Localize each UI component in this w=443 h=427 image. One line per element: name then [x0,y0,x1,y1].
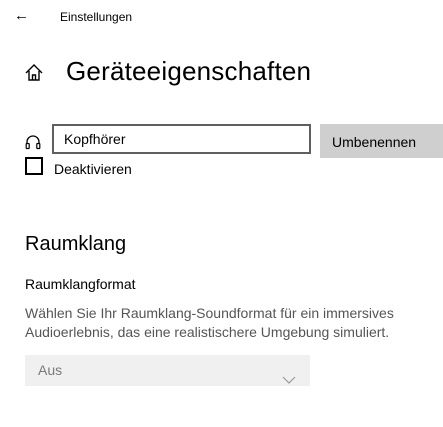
back-arrow-icon: ← [14,7,29,24]
rename-button[interactable]: Umbenennen [320,124,443,158]
page-title: Geräteeigenschaften [66,56,312,86]
window-title: Einstellungen [60,10,133,24]
disable-checkbox[interactable] [25,157,43,175]
dropdown-selected-value: Aus [38,362,63,378]
spatial-sound-format-label: Raumklangformat [25,276,136,292]
disable-checkbox-label: Deaktivieren [54,161,132,177]
spatial-sound-heading: Raumklang [25,233,127,255]
spatial-sound-description: Wählen Sie Ihr Raumklang-Soundformat für… [25,305,394,340]
headphones-icon [24,133,42,151]
home-icon [24,63,44,83]
back-button[interactable]: ← [14,6,34,26]
chevron-down-icon [282,365,296,384]
spatial-sound-format-dropdown[interactable]: Aus [25,355,310,386]
device-name-field[interactable]: Kopfhörer [52,124,311,154]
